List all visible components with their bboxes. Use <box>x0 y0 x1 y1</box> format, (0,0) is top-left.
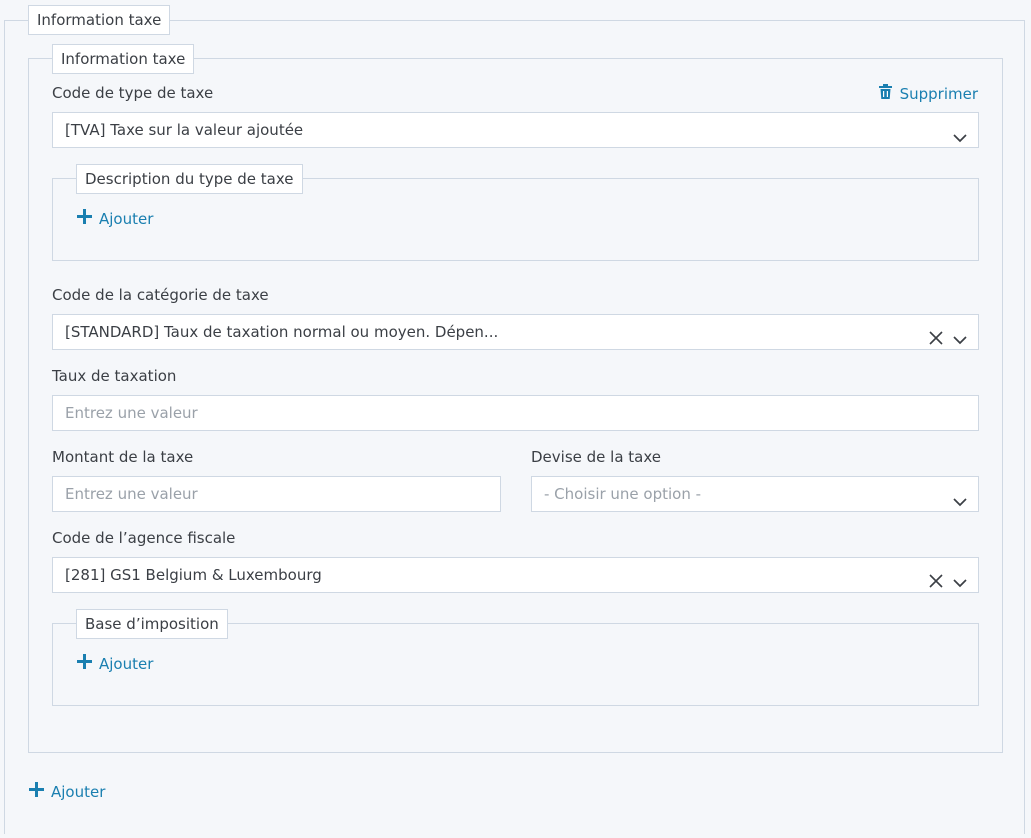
tax-amount-label: Montant de la taxe <box>52 448 194 466</box>
plus-icon <box>77 654 92 673</box>
add-tax-type-description-button[interactable]: Ajouter <box>77 209 153 228</box>
add-tax-information-button[interactable]: Ajouter <box>29 782 105 801</box>
inner-legend: Information taxe <box>52 44 195 74</box>
chevron-down-icon[interactable] <box>952 325 968 345</box>
tax-rate-label: Taux de taxation <box>52 367 177 385</box>
chevron-down-icon[interactable] <box>952 568 968 588</box>
tax-amount-input[interactable]: Entrez une valeur <box>52 476 501 512</box>
tax-type-code-value: [TVA] Taxe sur la valeur ajoutée <box>65 121 304 139</box>
tax-type-description-legend: Description du type de taxe <box>76 164 303 194</box>
tax-category-code-select[interactable]: [STANDARD] Taux de taxation normal ou mo… <box>52 314 979 350</box>
trash-icon <box>878 84 892 103</box>
plus-icon <box>29 782 44 801</box>
tax-rate-input[interactable]: Entrez une valeur <box>52 395 979 431</box>
add-label: Ajouter <box>51 782 106 801</box>
delete-button[interactable]: Supprimer <box>878 84 978 103</box>
chevron-down-icon[interactable] <box>952 487 968 507</box>
plus-icon <box>77 209 92 228</box>
tax-agency-code-select[interactable]: [281] GS1 Belgium & Luxembourg <box>52 557 979 593</box>
tax-agency-code-value: [281] GS1 Belgium & Luxembourg <box>65 566 322 584</box>
tax-type-code-select[interactable]: [TVA] Taxe sur la valeur ajoutée <box>52 112 979 148</box>
tax-category-code-value: [STANDARD] Taux de taxation normal ou mo… <box>65 323 499 341</box>
add-tax-base-button[interactable]: Ajouter <box>77 654 153 673</box>
tax-type-code-label: Code de type de taxe <box>52 84 214 102</box>
tax-currency-select[interactable]: - Choisir une option - <box>531 476 979 512</box>
close-icon[interactable] <box>928 567 944 588</box>
close-icon[interactable] <box>928 324 944 345</box>
tax-currency-label: Devise de la taxe <box>531 448 661 466</box>
outer-legend: Information taxe <box>28 5 171 35</box>
tax-currency-placeholder: - Choisir une option - <box>544 485 702 503</box>
tax-agency-code-label: Code de l’agence fiscale <box>52 529 236 547</box>
tax-base-legend: Base d’imposition <box>76 609 228 639</box>
add-label: Ajouter <box>99 209 154 228</box>
tax-category-code-label: Code de la catégorie de taxe <box>52 286 269 304</box>
delete-label: Supprimer <box>899 84 978 103</box>
add-label: Ajouter <box>99 654 154 673</box>
chevron-down-icon[interactable] <box>952 123 968 143</box>
